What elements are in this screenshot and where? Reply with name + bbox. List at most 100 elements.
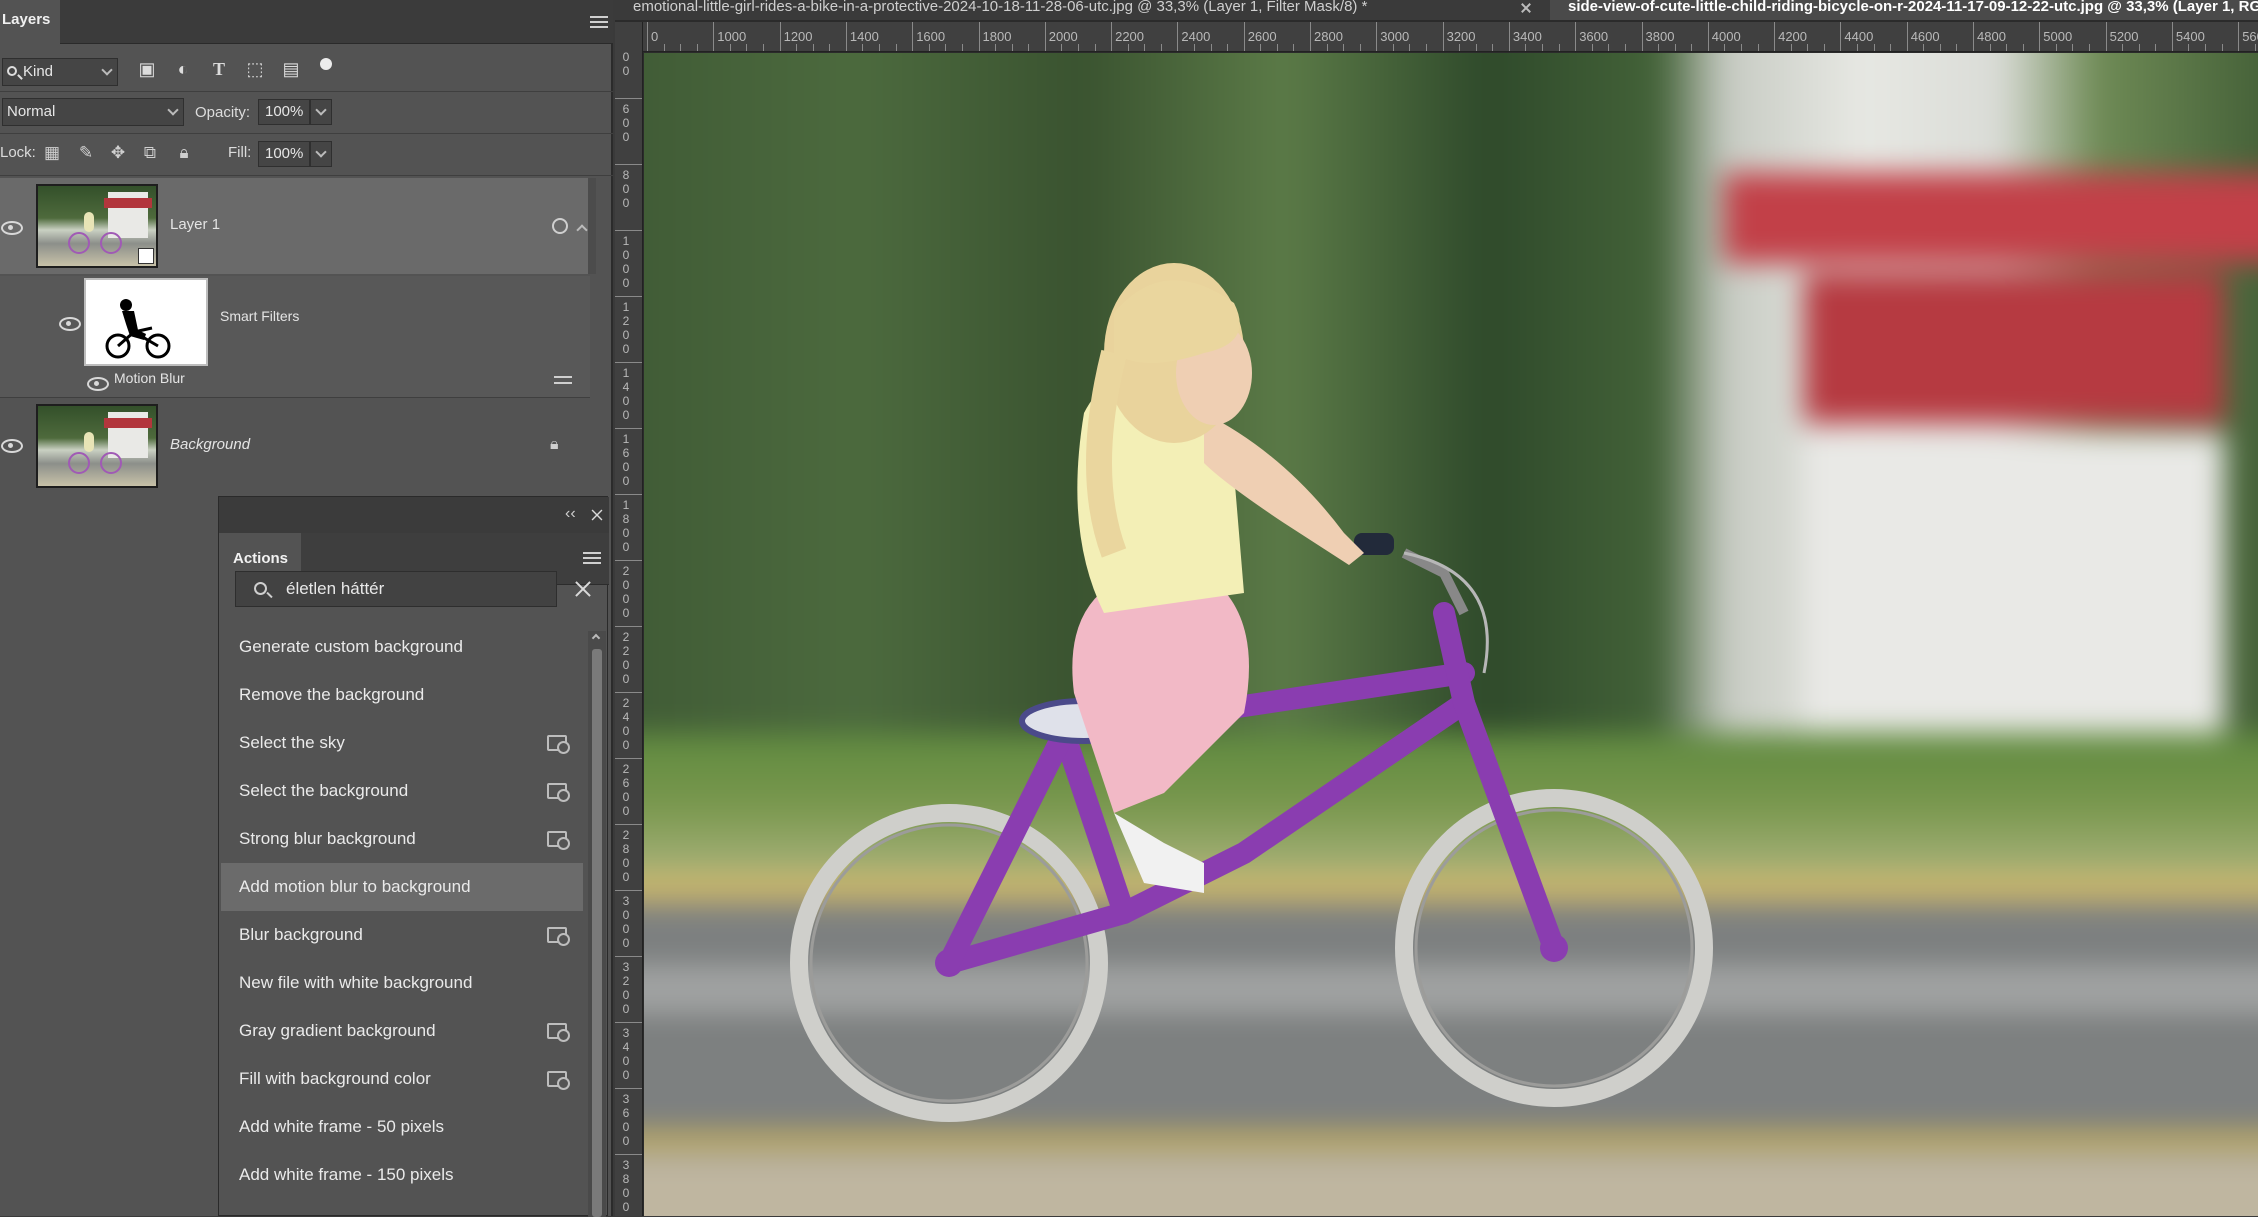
document-tab-title: emotional-little-girl-rides-a-bike-in-a-…: [633, 0, 1368, 15]
ruler-tick-label: 4400: [1844, 29, 1874, 44]
opacity-dropdown[interactable]: [310, 99, 332, 125]
action-item-new-file-with-white-background[interactable]: New file with white background: [221, 959, 583, 1007]
ruler-minor-tick: [1757, 44, 1759, 51]
panel-menu-icon[interactable]: [590, 16, 608, 30]
ruler-tick: [1508, 22, 1510, 51]
action-item-add-white-frame-50[interactable]: Add white frame - 50 pixels: [221, 1103, 583, 1151]
dialog-icon[interactable]: [547, 831, 570, 850]
lock-all-icon[interactable]: 🔒︎: [174, 143, 194, 163]
ruler-minor-tick: [1873, 44, 1875, 51]
layer-row-layer-1[interactable]: Layer 1: [0, 178, 590, 274]
ruler-minor-tick: [829, 44, 831, 51]
ruler-minor-tick: [2205, 44, 2207, 51]
dialog-icon[interactable]: [547, 1071, 570, 1090]
panel-menu-icon[interactable]: [583, 552, 601, 566]
kind-filter-select[interactable]: Kind: [2, 58, 118, 86]
motion-blur-filter-label[interactable]: Motion Blur: [114, 370, 185, 386]
action-item-blur-background[interactable]: Blur background: [221, 911, 583, 959]
ruler-tick-label: 5400: [2175, 29, 2205, 44]
action-label: Remove the background: [239, 685, 425, 704]
ruler-tick: [1376, 22, 1378, 51]
dialog-icon[interactable]: [547, 783, 570, 802]
document-tab-2[interactable]: side-view-of-cute-little-child-riding-bi…: [1550, 0, 2258, 20]
filter-mask-thumbnail[interactable]: [84, 278, 208, 366]
fill-label: Fill:: [228, 144, 252, 161]
layer-name[interactable]: Layer 1: [170, 216, 220, 233]
action-label: Strong blur background: [239, 829, 416, 848]
shape-filter-icon[interactable]: ⬚: [244, 58, 266, 80]
ruler-tick: [713, 22, 715, 51]
bike-frame: [938, 602, 1565, 974]
lock-icon: 🔒︎: [550, 436, 559, 453]
layers-scrollbar[interactable]: [588, 178, 596, 274]
opacity-input[interactable]: 100%: [258, 99, 310, 125]
fill-input[interactable]: 100%: [258, 141, 310, 167]
ruler-corner[interactable]: [615, 22, 643, 52]
ruler-tick-label: 2600: [1247, 29, 1277, 44]
lock-transparent-icon[interactable]: ▦: [42, 143, 62, 163]
lock-artboard-icon[interactable]: ⧉: [140, 143, 160, 163]
layer-name[interactable]: Background: [170, 436, 250, 453]
actions-search-input[interactable]: életlen háttér: [235, 571, 557, 607]
layer-row-background[interactable]: Background 🔒︎: [0, 400, 590, 492]
chevron-up-icon[interactable]: [576, 224, 588, 236]
action-item-generate-custom-background[interactable]: Generate custom background: [221, 623, 583, 671]
ruler-minor-tick: [2155, 44, 2157, 51]
search-value: életlen háttér: [286, 579, 385, 598]
visibility-eye-icon[interactable]: [0, 220, 23, 235]
visibility-eye-icon[interactable]: [86, 376, 109, 391]
type-filter-icon[interactable]: T: [208, 58, 230, 80]
visibility-eye-icon[interactable]: [0, 438, 23, 453]
action-label: Gray gradient background: [239, 1021, 436, 1040]
filter-toggle-icon[interactable]: [320, 58, 332, 70]
ruler-minor-tick: [1856, 44, 1858, 51]
action-item-add-motion-blur-to-background[interactable]: Add motion blur to background: [221, 863, 583, 911]
ruler-tick-label: 3400: [622, 1026, 630, 1082]
ruler-minor-tick: [1740, 44, 1742, 51]
fill-dropdown[interactable]: [310, 141, 332, 167]
ruler-tick-label: 1800: [982, 29, 1012, 44]
ruler-minor-tick: [2122, 44, 2124, 51]
ruler-tick: [615, 230, 642, 231]
image-canvas[interactable]: [644, 53, 2258, 1216]
dialog-icon[interactable]: [547, 927, 570, 946]
clear-search-icon[interactable]: [573, 579, 593, 599]
action-item-select-the-sky[interactable]: Select the sky: [221, 719, 583, 767]
actions-scrollbar[interactable]: [588, 631, 606, 1217]
visibility-eye-icon[interactable]: [58, 316, 81, 331]
action-item-gray-gradient-background[interactable]: Gray gradient background: [221, 1007, 583, 1055]
ruler-tick-label: 2200: [1115, 29, 1145, 44]
blend-mode-select[interactable]: Normal: [2, 98, 184, 126]
ruler-minor-tick: [2089, 44, 2091, 51]
adjustment-filter-icon[interactable]: ◐: [172, 58, 194, 80]
ruler-tick: [615, 1022, 642, 1023]
ruler-tick-label: 3000: [1380, 29, 1410, 44]
dialog-icon[interactable]: [547, 1023, 570, 1042]
collapse-panel-icon[interactable]: ‹‹: [565, 505, 576, 523]
ruler-tick: [615, 626, 642, 627]
ruler-tick-label: 3200: [1446, 29, 1476, 44]
scroll-up-icon[interactable]: [591, 633, 601, 643]
action-item-add-white-frame-150[interactable]: Add white frame - 150 pixels: [221, 1151, 583, 1199]
document-tab-1[interactable]: emotional-little-girl-rides-a-bike-in-a-…: [615, 0, 1550, 20]
layer-row-smart-filters[interactable]: Smart Filters Motion Blur: [0, 276, 590, 398]
close-panel-icon[interactable]: [590, 508, 604, 522]
smart-object-filter-icon[interactable]: ▤: [280, 58, 302, 80]
close-tab-icon[interactable]: [1520, 2, 1532, 14]
dialog-icon[interactable]: [547, 735, 570, 754]
action-item-fill-with-background-color[interactable]: Fill with background color: [221, 1055, 583, 1103]
action-label: Add white frame - 50 pixels: [239, 1117, 445, 1136]
pixel-filter-icon[interactable]: ▣: [136, 58, 158, 80]
ruler-minor-tick: [1807, 44, 1809, 51]
filter-blending-options-icon[interactable]: [554, 374, 572, 388]
action-item-select-the-background[interactable]: Select the background: [221, 767, 583, 815]
ruler-minor-tick: [696, 44, 698, 51]
tab-layers[interactable]: Layers: [0, 0, 61, 44]
ruler-minor-tick: [2254, 44, 2256, 51]
lock-pixels-icon[interactable]: ✎: [76, 143, 96, 163]
smart-filter-options-icon[interactable]: [552, 218, 568, 234]
action-item-remove-the-background[interactable]: Remove the background: [221, 671, 583, 719]
scrollbar-thumb[interactable]: [592, 649, 602, 1217]
action-item-strong-blur-background[interactable]: Strong blur background: [221, 815, 583, 863]
lock-position-icon[interactable]: ✥: [108, 143, 128, 163]
